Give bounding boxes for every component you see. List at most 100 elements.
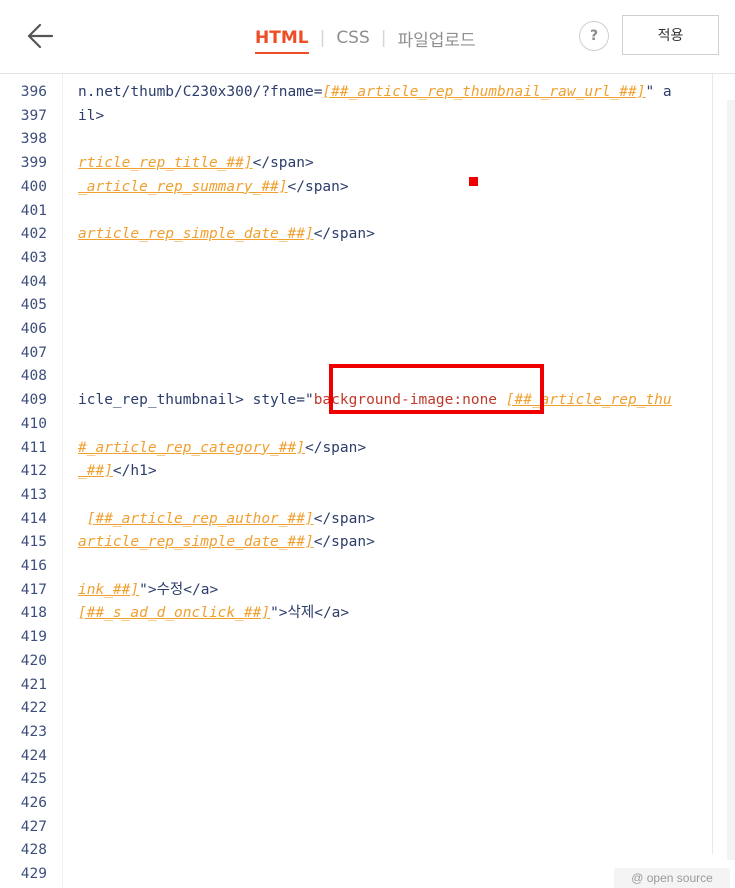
code-line[interactable]: 415 article_rep_simple_date_##]</span>: [0, 531, 735, 555]
code-content[interactable]: article_rep_simple_date_##]</span>: [78, 531, 375, 555]
code-line[interactable]: 418 [##_s_ad_d_onclick_##]">삭제</a>: [0, 602, 735, 626]
code-token: #_article_rep_category_##]: [78, 439, 305, 456]
code-line[interactable]: 416: [0, 555, 735, 579]
code-line[interactable]: 425: [0, 768, 735, 792]
code-line[interactable]: 417 ink_##]">수정</a>: [0, 579, 735, 603]
help-button[interactable]: ?: [579, 21, 609, 51]
code-token: ink_##]: [78, 581, 140, 598]
code-token: </a>: [183, 581, 219, 598]
code-token: </span>: [313, 510, 375, 527]
line-number: 425: [20, 771, 47, 788]
open-source-badge: @ open source: [614, 868, 730, 888]
line-number: 419: [20, 629, 47, 646]
line-number: 429: [20, 866, 47, 883]
line-number: 411: [20, 439, 47, 456]
code-line[interactable]: 398: [0, 128, 735, 152]
tab-divider: |: [319, 28, 326, 48]
code-content[interactable]: [##_article_rep_author_##]</span>: [78, 508, 375, 532]
code-line[interactable]: 419: [0, 626, 735, 650]
line-number: 407: [20, 344, 47, 361]
tab-html[interactable]: HTML: [255, 28, 309, 54]
code-token: </span>: [304, 439, 367, 456]
code-token: [##_s_ad_d_onclick_##]: [78, 605, 271, 622]
editor-right-border: [712, 74, 713, 854]
code-line[interactable]: 400 _article_rep_summary_##]</span>: [0, 176, 735, 200]
line-number: 406: [20, 321, 47, 337]
code-token: _article_rep_summary_##]: [78, 178, 288, 195]
code-line[interactable]: 396 n.net/thumb/C230x300/?fname=[##_artic…: [0, 81, 735, 105]
apply-button[interactable]: 적용: [622, 15, 719, 55]
line-number: 408: [20, 368, 47, 385]
code-content[interactable]: rticle_rep_title_##]</span>: [78, 152, 314, 176]
code-line[interactable]: 424: [0, 745, 735, 769]
code-content[interactable]: #_article_rep_category_##]</span>: [78, 437, 366, 461]
line-number: 424: [20, 747, 47, 764]
line-number: 416: [20, 558, 47, 574]
line-number: 405: [20, 297, 47, 314]
code-line[interactable]: 420: [0, 650, 735, 674]
code-line[interactable]: 421: [0, 674, 735, 698]
code-line[interactable]: 410: [0, 413, 735, 437]
line-number: 409: [20, 392, 47, 409]
code-content[interactable]: _article_rep_summary_##]</span>: [78, 176, 349, 200]
code-token: ">: [139, 581, 157, 598]
tab-file-upload[interactable]: 파일업로드: [398, 26, 476, 51]
line-number: 400: [20, 178, 47, 195]
code-line[interactable]: 402 article_rep_simple_date_##]</span>: [0, 223, 735, 247]
code-line[interactable]: 428: [0, 839, 735, 863]
code-token: _##]: [78, 463, 113, 480]
code-editor[interactable]: 396 n.net/thumb/C230x300/?fname=[##_artic…: [0, 74, 735, 888]
code-line[interactable]: 406: [0, 318, 735, 342]
line-number: 418: [20, 605, 47, 622]
back-button[interactable]: [22, 20, 58, 52]
code-content[interactable]: _##]</h1>: [78, 460, 157, 484]
code-token: [##_article_rep_author_##]: [86, 510, 314, 527]
line-number: 401: [20, 202, 47, 219]
code-line[interactable]: 404: [0, 271, 735, 295]
code-token: article_rep_simple_date_##]: [78, 226, 314, 243]
code-line[interactable]: 411 #_article_rep_category_##]</span>: [0, 437, 735, 461]
code-line[interactable]: 403: [0, 247, 735, 271]
code-line[interactable]: 412 _##]</h1>: [0, 460, 735, 484]
highlight-annotation-box: [329, 364, 544, 414]
code-line[interactable]: 413: [0, 484, 735, 508]
line-number: 421: [20, 676, 47, 693]
line-number: 402: [20, 226, 47, 243]
code-token: icle_rep_thumbnail> style=": [78, 392, 314, 409]
code-content[interactable]: il>: [78, 105, 104, 129]
code-token: </span>: [313, 534, 375, 551]
code-line[interactable]: 405: [0, 294, 735, 318]
line-number: 423: [20, 723, 47, 740]
question-icon: ?: [589, 28, 599, 44]
code-line[interactable]: 426: [0, 792, 735, 816]
code-content[interactable]: n.net/thumb/C230x300/?fname=[##_article_…: [78, 81, 672, 105]
code-token: </span>: [287, 178, 349, 195]
tab-css[interactable]: CSS: [336, 28, 369, 48]
code-token: " a: [645, 84, 672, 100]
code-token: ">: [270, 605, 288, 622]
line-number: 427: [20, 818, 47, 835]
line-number: 410: [20, 415, 47, 432]
code-line[interactable]: 407: [0, 342, 735, 366]
editor-tabs: HTML | CSS | 파일업로드: [255, 24, 476, 54]
line-number: 399: [20, 155, 47, 172]
line-number: 422: [20, 700, 47, 717]
code-content[interactable]: article_rep_simple_date_##]</span>: [78, 223, 375, 247]
code-line[interactable]: 401: [0, 200, 735, 224]
code-token: n.net/thumb/C230x300/?fname=: [78, 84, 323, 100]
line-number: 420: [20, 652, 47, 669]
code-line[interactable]: 427: [0, 816, 735, 840]
code-token: [##_article_rep_thumbnail_raw_url_##]: [322, 84, 646, 100]
code-line[interactable]: 397 il>: [0, 105, 735, 129]
line-number: 396: [20, 84, 47, 100]
vertical-scrollbar[interactable]: [727, 100, 735, 860]
code-line[interactable]: 399 rticle_rep_title_##]</span>: [0, 152, 735, 176]
code-line[interactable]: 414 [##_article_rep_author_##]</span>: [0, 508, 735, 532]
code-line[interactable]: 423: [0, 721, 735, 745]
code-content[interactable]: ink_##]">수정</a>: [78, 579, 218, 603]
code-content[interactable]: [##_s_ad_d_onclick_##]">삭제</a>: [78, 602, 349, 626]
code-line[interactable]: 422: [0, 697, 735, 721]
line-number: 403: [20, 249, 47, 266]
code-token: </span>: [252, 155, 314, 172]
